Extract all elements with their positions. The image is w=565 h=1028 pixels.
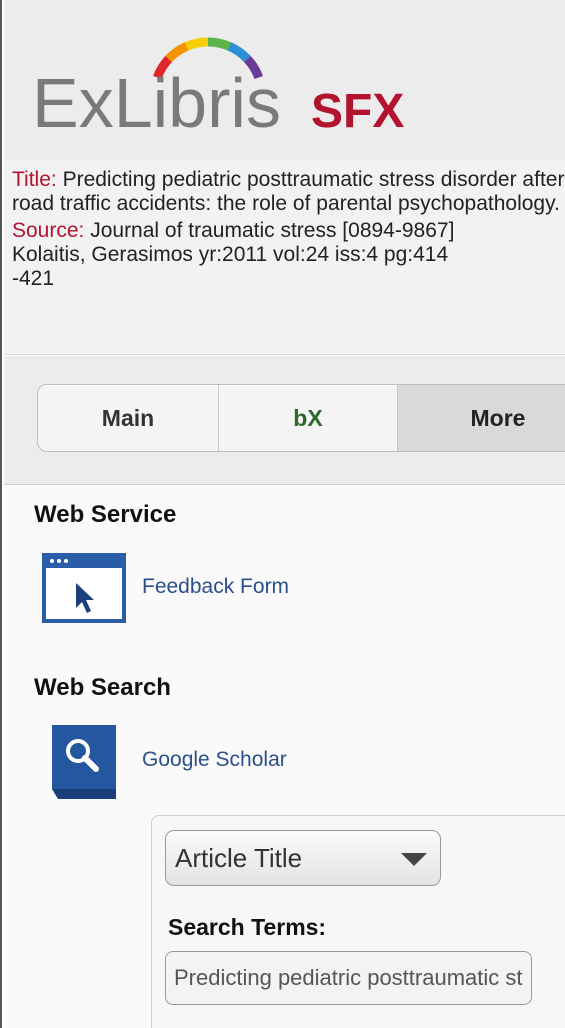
title-label: Title: bbox=[12, 168, 57, 191]
tab-bar: Main bX More bbox=[4, 356, 565, 485]
google-scholar-link[interactable]: Google Scholar bbox=[142, 748, 287, 772]
source-author: Kolaitis, Gerasimos yr:2011 vol:24 iss:4… bbox=[12, 243, 449, 266]
citation-source: Source: Journal of traumatic stress [089… bbox=[12, 219, 565, 291]
source-label: Source: bbox=[12, 219, 85, 242]
product-name: SFX bbox=[311, 85, 404, 134]
tab-more[interactable]: More bbox=[398, 385, 565, 451]
sfx-page: ExLibris SFX Title: Predicting pediatric… bbox=[0, 0, 565, 1028]
search-terms-input[interactable] bbox=[165, 951, 532, 1005]
source-journal: Journal of traumatic stress [0894-9867] bbox=[84, 219, 455, 242]
citation-panel: Title: Predicting pediatric posttraumati… bbox=[4, 160, 565, 355]
search-terms-label: Search Terms: bbox=[168, 914, 327, 940]
search-field-select[interactable]: Article Title bbox=[165, 830, 441, 886]
chevron-down-icon bbox=[401, 853, 427, 866]
search-field-selected: Article Title bbox=[175, 843, 303, 873]
tab-bx[interactable]: bX bbox=[219, 385, 398, 451]
feedback-form-link[interactable]: Feedback Form bbox=[142, 575, 289, 599]
logo-arc-segment bbox=[227, 42, 251, 63]
browser-pointer-icon bbox=[42, 553, 126, 623]
header: ExLibris SFX bbox=[4, 0, 565, 161]
web-service-heading: Web Service bbox=[34, 501, 177, 528]
logo-arc-segment bbox=[165, 42, 189, 63]
services-content: Web Service Feedback Form Web Search Goo… bbox=[4, 485, 565, 1028]
title-value: Predicting pediatric posttraumatic stres… bbox=[12, 168, 565, 215]
source-pages: -421 bbox=[12, 267, 55, 290]
brand-name: ExLibris bbox=[32, 64, 281, 134]
exlibris-sfx-logo: ExLibris SFX bbox=[32, 37, 404, 134]
google-scholar-search-form: Article Title Search Terms: bbox=[151, 815, 565, 1028]
citation-title: Title: Predicting pediatric posttraumati… bbox=[12, 168, 565, 216]
web-search-heading: Web Search bbox=[34, 674, 171, 701]
logo-arc-segment bbox=[184, 37, 209, 51]
tab-main[interactable]: Main bbox=[38, 385, 219, 451]
logo-arc-segment bbox=[207, 37, 232, 51]
tab-group: Main bX More bbox=[37, 384, 565, 452]
magnifier-icon bbox=[52, 725, 116, 799]
